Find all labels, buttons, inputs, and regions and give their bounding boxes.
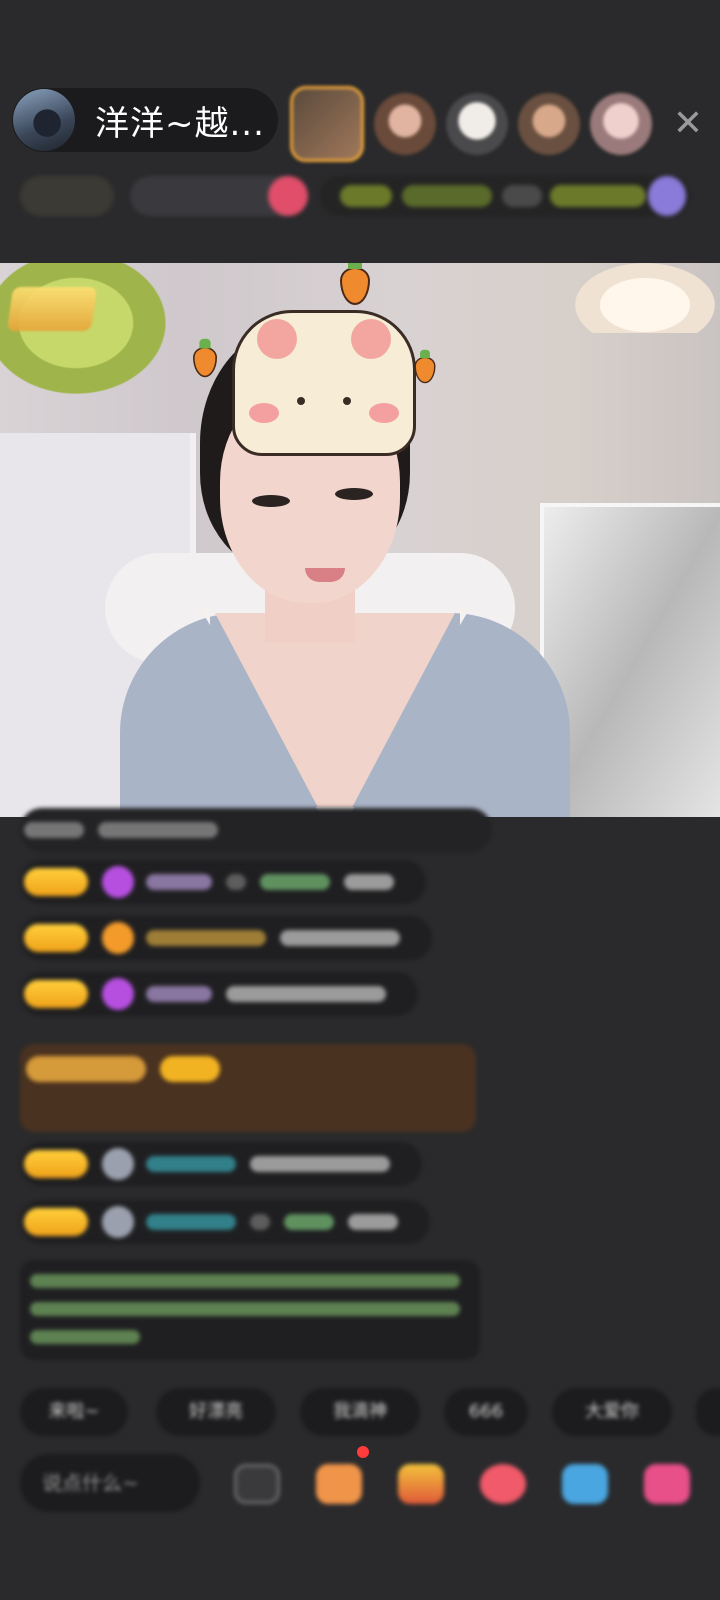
level-badge [24,924,88,952]
level-badge [24,868,88,896]
viewer-avatar[interactable] [518,93,580,155]
chat-message [20,860,426,904]
gem-icon [102,866,134,898]
vip-badge [26,1056,146,1082]
room-badges-row [20,168,700,224]
bunny-sticker [232,310,416,456]
chat-message [20,808,492,852]
chat-message [20,916,432,960]
task-tag [550,185,646,207]
gem-icon [102,1206,134,1238]
emoji-icon[interactable] [234,1464,280,1504]
gem-icon [102,1148,134,1180]
level-badge [160,1056,220,1082]
system-announcement [20,1260,480,1360]
viewer-avatar[interactable] [374,93,436,155]
lamp-decor [575,263,715,333]
task-tag [502,185,542,207]
quick-reply-button[interactable]: 来啦~ [20,1388,128,1436]
chat-message [20,1142,422,1186]
host-info-pill[interactable]: 洋洋~越... [12,88,278,152]
viewer-avatar[interactable] [590,93,652,155]
quick-reply-button[interactable]: 666 [444,1388,528,1436]
quick-reply-button[interactable]: 好漂亮 [156,1388,276,1436]
streamer-eye [335,488,373,500]
streamer-eye [252,495,290,507]
top-viewers-list [290,86,652,162]
carrot-sticker [414,349,436,384]
game-icon[interactable] [562,1464,608,1504]
guardian-logo [6,287,98,331]
planet-icon[interactable] [648,176,686,216]
gift-icon[interactable] [268,176,308,216]
task-tag [402,185,492,207]
chat-message [20,972,418,1016]
notification-dot [357,1446,369,1458]
level-badge [24,1150,88,1178]
carrot-sticker [193,338,217,378]
quick-reply-button[interactable]: 我滴神 [300,1388,420,1436]
viewer-avatar[interactable] [446,93,508,155]
heart-icon[interactable] [480,1464,526,1504]
gift-box-icon[interactable] [316,1464,362,1504]
plant-decor [0,263,190,413]
host-name: 洋洋~越... [95,103,265,144]
carrot-sticker [340,263,370,305]
quick-reply-button[interactable]: 大爱你 [552,1388,672,1436]
comment-input[interactable]: 说点什么~ [20,1454,200,1512]
close-icon[interactable]: ✕ [668,104,708,144]
fries-icon[interactable] [398,1464,444,1504]
gem-icon [102,978,134,1010]
quick-reply-row: 来啦~ 好漂亮 我滴神 666 大爱你 [20,1388,720,1436]
gem-icon [102,922,134,954]
more-gifts-icon[interactable] [644,1464,690,1504]
task-tag [340,185,392,207]
quick-reply-button[interactable] [696,1388,720,1436]
level-badge [24,980,88,1008]
chat-message [20,1200,430,1244]
rank-badge[interactable] [20,176,114,216]
viewer-avatar[interactable] [290,86,364,162]
level-badge [24,1208,88,1236]
host-avatar[interactable] [13,89,75,151]
